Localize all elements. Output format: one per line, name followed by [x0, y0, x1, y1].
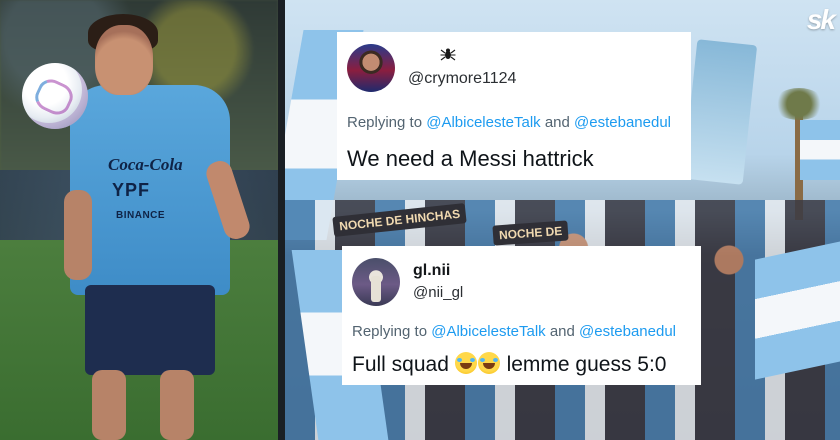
- player-leg: [92, 370, 126, 440]
- tweet-text-start: Full squad: [352, 353, 449, 376]
- mention-link[interactable]: @estebanedul: [574, 114, 671, 131]
- fan-poster: [682, 39, 758, 185]
- player-arm: [64, 190, 92, 280]
- display-name[interactable]: gl.nii: [413, 262, 450, 280]
- spider-icon: [440, 46, 456, 66]
- player-leg: [160, 370, 194, 440]
- reply-context: Replying to @AlbicelesteTalk and @esteba…: [347, 114, 671, 131]
- mention-link[interactable]: @estebanedul: [579, 323, 676, 340]
- football: [22, 63, 88, 129]
- tweet-card: gl.nii @nii_gl Replying to @AlbicelesteT…: [342, 246, 701, 385]
- tweet-card: @crymore1124 Replying to @AlbicelesteTal…: [337, 32, 691, 180]
- brand-logo: sk: [806, 4, 836, 35]
- shirt-sponsor: YPF: [112, 180, 151, 200]
- reply-and: and: [544, 114, 570, 131]
- user-handle[interactable]: @nii_gl: [413, 284, 463, 301]
- reply-prefix: Replying to: [347, 114, 423, 131]
- tweet-text: We need a Messi hattrick: [347, 146, 594, 171]
- mention-link[interactable]: @AlbicelesteTalk: [426, 114, 540, 131]
- user-handle[interactable]: @crymore1124: [408, 70, 516, 88]
- player-head: [95, 25, 153, 95]
- reply-and: and: [549, 323, 575, 340]
- shirt-sponsor: BINANCE: [116, 210, 166, 221]
- tweet-text: Full squad lemme guess 5:0: [352, 352, 667, 377]
- player-photo: Coca-Cola YPF BINANCE: [0, 0, 278, 440]
- avatar[interactable]: [352, 258, 400, 306]
- tweet-text-end: lemme guess 5:0: [506, 353, 667, 376]
- player-shorts: [85, 285, 215, 375]
- reply-prefix: Replying to: [352, 323, 428, 340]
- shirt-sponsor: Coca-Cola: [108, 155, 183, 174]
- argentina-flag: [800, 120, 840, 180]
- avatar[interactable]: [347, 44, 395, 92]
- argentina-flag: [755, 240, 840, 380]
- palm-tree: [773, 88, 825, 120]
- reply-context: Replying to @AlbicelesteTalk and @esteba…: [352, 323, 676, 340]
- laughing-emoji-icon: [454, 352, 501, 376]
- mention-link[interactable]: @AlbicelesteTalk: [431, 323, 545, 340]
